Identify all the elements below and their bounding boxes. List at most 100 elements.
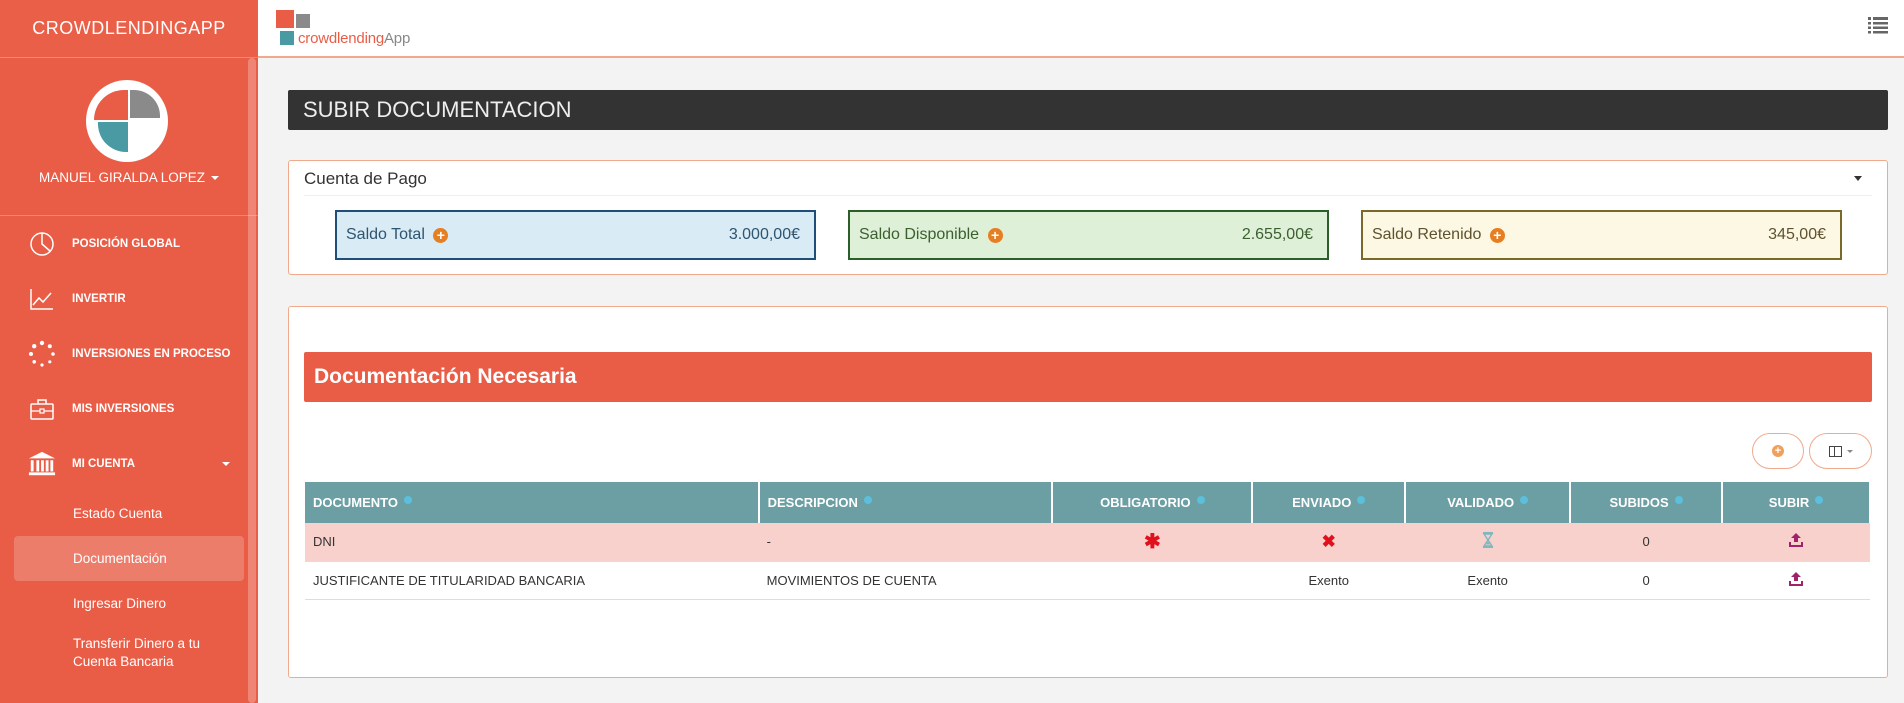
- cell-descripcion: -: [758, 523, 1053, 562]
- cell-validado: [1405, 523, 1571, 562]
- column-label: DOCUMENTO: [313, 495, 398, 510]
- sidebar: CROWDLENDINGAPP MANUEL GIRALDA LOPEZ POS…: [0, 0, 258, 703]
- sidebar-item-label: Transferir Dinero a tu Cuenta Bancaria: [73, 636, 201, 669]
- app-logo[interactable]: crowdlendingApp: [276, 10, 416, 50]
- user-menu[interactable]: MANUEL GIRALDA LOPEZ: [0, 170, 258, 185]
- cell-documento: DNI: [305, 523, 759, 562]
- nav-item-mi-cuenta[interactable]: MI CUENTA: [0, 436, 258, 491]
- nav-label: INVERSIONES EN PROCESO: [72, 347, 231, 360]
- col-header-documento[interactable]: DOCUMENTO: [305, 482, 760, 523]
- spinner-icon: [28, 340, 56, 368]
- info-icon[interactable]: [403, 496, 412, 504]
- plus-circle-icon[interactable]: +: [1489, 228, 1505, 243]
- col-header-enviado[interactable]: ENVIADO: [1252, 482, 1407, 523]
- cell-obligatorio: [1052, 561, 1253, 600]
- saldo-retenido-box: Saldo Retenido + 345,00€: [1361, 210, 1842, 260]
- col-header-obligatorio[interactable]: OBLIGATORIO: [1052, 482, 1254, 523]
- saldo-value: 3.000,00€: [728, 226, 800, 243]
- cell-subidos: 0: [1570, 561, 1723, 600]
- pie-chart-icon: [28, 230, 56, 258]
- info-icon[interactable]: [1357, 496, 1366, 504]
- sidebar-item-ingresar-dinero[interactable]: Ingresar Dinero: [0, 581, 258, 626]
- logo-text-part2: App: [384, 30, 411, 47]
- plus-circle-icon[interactable]: +: [987, 228, 1003, 243]
- saldo-disponible-box: Saldo Disponible + 2.655,00€: [848, 210, 1329, 260]
- nav-item-invertir[interactable]: INVERTIR: [0, 271, 258, 326]
- logo-text-part1: crowdlending: [298, 30, 384, 47]
- info-icon[interactable]: [1520, 496, 1529, 504]
- required-icon: ✱: [1143, 531, 1161, 554]
- hourglass-icon: [1482, 532, 1494, 551]
- mi-cuenta-submenu: Estado Cuenta Documentación Ingresar Din…: [0, 491, 258, 680]
- cell-validado: Exento: [1405, 561, 1571, 600]
- avatar-teal-square: [98, 122, 128, 152]
- cell-obligatorio: ✱: [1052, 523, 1253, 562]
- topbar: crowdlendingApp: [258, 0, 1904, 58]
- table-row: JUSTIFICANTE DE TITULARIDAD BANCARIA MOV…: [305, 561, 1870, 600]
- main-nav: POSICIÓN GLOBAL INVERTIR INVERSIONES EN …: [0, 216, 258, 491]
- chevron-down-icon: [1846, 449, 1853, 453]
- sidebar-item-transferir-dinero[interactable]: Transferir Dinero a tu Cuenta Bancaria: [0, 626, 258, 680]
- add-button[interactable]: +: [1752, 433, 1804, 469]
- logo-teal-square: [280, 31, 294, 45]
- table-row: DNI - ✱ ✖ 0: [305, 523, 1870, 562]
- logo-red-square: [276, 10, 294, 28]
- nav-item-inversiones-en-proceso[interactable]: INVERSIONES EN PROCESO: [0, 326, 258, 381]
- info-icon[interactable]: [1674, 496, 1683, 504]
- avatar-red-square: [94, 90, 128, 120]
- nav-item-mis-inversiones[interactable]: MIS INVERSIONES: [0, 381, 258, 436]
- col-header-validado[interactable]: VALIDADO: [1405, 482, 1572, 523]
- documentacion-panel: Documentación Necesaria + DOCUMENTO DESC…: [288, 306, 1888, 678]
- column-label: OBLIGATORIO: [1100, 495, 1191, 510]
- logo-text: crowdlendingApp: [298, 30, 410, 47]
- cell-descripcion: MOVIMIENTOS DE CUENTA: [758, 561, 1053, 600]
- columns-toggle-button[interactable]: [1809, 433, 1872, 469]
- line-chart-icon: [28, 285, 56, 313]
- chevron-down-icon: [222, 462, 230, 466]
- column-label: ENVIADO: [1292, 495, 1352, 510]
- cross-icon: ✖: [1321, 531, 1336, 551]
- saldo-total-box: Saldo Total + 3.000,00€: [335, 210, 816, 260]
- cell-subir: [1722, 523, 1870, 562]
- saldo-value: 2.655,00€: [1241, 226, 1313, 243]
- saldo-value: 345,00€: [1768, 226, 1826, 243]
- table-header-row: DOCUMENTO DESCRIPCION OBLIGATORIO ENVIAD…: [305, 482, 1871, 523]
- info-icon[interactable]: [1815, 496, 1824, 504]
- saldo-label: Saldo Total: [346, 226, 425, 243]
- cell-enviado: Exento: [1252, 561, 1406, 600]
- avatar: [86, 80, 168, 162]
- col-header-subir[interactable]: SUBIR: [1722, 482, 1871, 523]
- sidebar-item-documentacion[interactable]: Documentación: [14, 536, 244, 581]
- columns-icon: [1828, 445, 1842, 457]
- username-label: MANUEL GIRALDA LOPEZ: [38, 170, 206, 185]
- nav-label: MIS INVERSIONES: [72, 402, 175, 415]
- sidebar-brand[interactable]: CROWDLENDINGAPP: [0, 0, 258, 58]
- logo-grey-square: [296, 14, 310, 28]
- column-label: DESCRIPCION: [767, 495, 858, 510]
- sidebar-scrollbar[interactable]: [248, 58, 256, 703]
- column-label: VALIDADO: [1447, 495, 1515, 510]
- nav-item-posicion-global[interactable]: POSICIÓN GLOBAL: [0, 216, 258, 271]
- cuenta-pago-dropdown[interactable]: Cuenta de Pago: [304, 161, 1872, 196]
- upload-icon[interactable]: [1788, 571, 1804, 590]
- cuenta-pago-panel: Cuenta de Pago Saldo Total + 3.000,00€ S…: [288, 160, 1888, 275]
- cell-subir: [1722, 561, 1870, 600]
- col-header-descripcion[interactable]: DESCRIPCION: [758, 482, 1054, 523]
- info-icon[interactable]: [1196, 496, 1205, 504]
- page-title: SUBIR DOCUMENTACION: [288, 90, 1888, 130]
- user-profile: MANUEL GIRALDA LOPEZ: [0, 58, 258, 216]
- cuenta-pago-label: Cuenta de Pago: [304, 169, 427, 188]
- avatar-grey-square: [130, 90, 160, 118]
- docs-table: DOCUMENTO DESCRIPCION OBLIGATORIO ENVIAD…: [305, 482, 1871, 600]
- list-menu-icon[interactable]: [1868, 16, 1888, 34]
- upload-icon[interactable]: [1788, 532, 1804, 551]
- column-label: SUBIDOS: [1609, 495, 1669, 510]
- briefcase-icon: [28, 395, 56, 423]
- nav-label: INVERTIR: [72, 292, 126, 305]
- col-header-subidos[interactable]: SUBIDOS: [1570, 482, 1724, 523]
- sidebar-item-estado-cuenta[interactable]: Estado Cuenta: [0, 491, 258, 536]
- cell-subidos: 0: [1570, 523, 1723, 562]
- info-icon[interactable]: [863, 496, 872, 504]
- plus-circle-icon[interactable]: +: [433, 228, 449, 243]
- column-label: SUBIR: [1768, 495, 1810, 510]
